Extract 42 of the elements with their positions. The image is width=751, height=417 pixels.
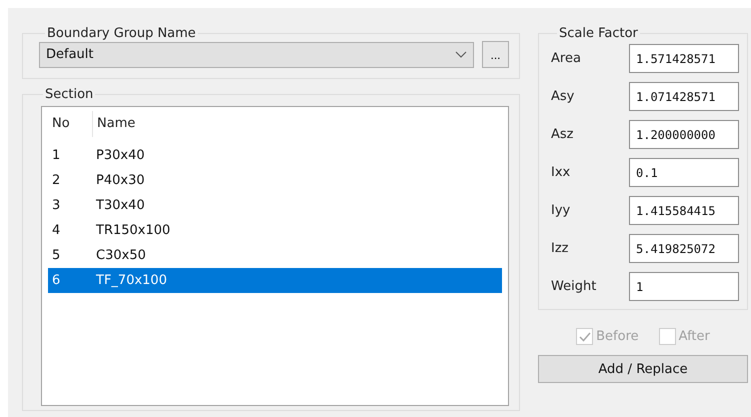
group-title: Scale Factor (558, 26, 639, 41)
column-header[interactable]: No (48, 111, 93, 137)
column-header[interactable]: Name (93, 111, 497, 137)
row-number: 1 (51, 148, 62, 163)
add-replace-button[interactable]: Add / Replace (538, 355, 748, 383)
group-dropdown[interactable]: Default (39, 42, 474, 68)
field-label: Area (551, 51, 581, 66)
input-field[interactable]: 1.200000000 (629, 120, 739, 149)
chevron-down-icon (455, 50, 467, 58)
row-number: 4 (51, 223, 62, 238)
section-name: P40x30 (95, 173, 146, 188)
group-title: Boundary Group Name (46, 26, 197, 41)
input-field[interactable]: 1 (629, 272, 739, 301)
section-name: TR150x100 (95, 223, 172, 238)
field-label: Asy (551, 89, 574, 104)
group-title: Section (44, 87, 94, 102)
check-icon (578, 332, 591, 342)
row-number: 5 (51, 248, 62, 263)
row-number: 2 (51, 173, 62, 188)
section-row[interactable]: 2 P40x30 (48, 168, 502, 193)
section-name: P30x40 (95, 148, 146, 163)
field-label: Iyy (551, 203, 570, 218)
field-label: Izz (551, 241, 568, 256)
field-label: Ixx (551, 165, 570, 180)
section-name: TF_70x100 (95, 273, 168, 288)
field-label: Weight (551, 279, 596, 294)
field-label: Asz (551, 127, 574, 142)
browse-button[interactable]: ... (482, 41, 509, 68)
input-field[interactable]: 1.571428571 (629, 44, 739, 73)
section-row[interactable]: 6 TF_70x100 (48, 268, 502, 293)
section-row[interactable]: 3 T30x40 (48, 193, 502, 218)
section-row[interactable]: 4 TR150x100 (48, 218, 502, 243)
section-row[interactable]: 1 P30x40 (48, 143, 502, 168)
input-field[interactable]: 1.415584415 (629, 196, 739, 225)
row-number: 6 (51, 273, 62, 288)
input-field[interactable]: 0.1 (629, 158, 739, 187)
input-field[interactable]: 5.419825072 (629, 234, 739, 263)
input-field[interactable]: 1.071428571 (629, 82, 739, 111)
section-row[interactable]: 5 C30x50 (48, 243, 502, 268)
section-name: C30x50 (95, 248, 147, 263)
row-number: 3 (51, 198, 62, 213)
section-name: T30x40 (95, 198, 146, 213)
